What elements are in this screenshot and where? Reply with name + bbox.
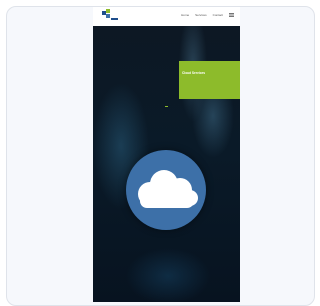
- hero-section: Cloud Services: [93, 26, 240, 302]
- nav-link-contact[interactable]: Contact: [213, 13, 223, 17]
- site-header: Home Services Contact: [93, 7, 240, 26]
- site-nav: Home Services Contact: [181, 13, 234, 17]
- accent-mark: [165, 106, 168, 107]
- hero-banner: Cloud Services: [179, 61, 240, 99]
- company-logo[interactable]: [101, 9, 119, 23]
- hamburger-icon[interactable]: [229, 13, 234, 17]
- mobile-site-preview: Home Services Contact Cloud Services: [93, 7, 240, 302]
- nav-link-services[interactable]: Services: [195, 13, 207, 17]
- cloud-badge: [126, 150, 206, 230]
- banner-title: Cloud Services: [182, 71, 206, 75]
- cloud-icon: [138, 170, 198, 208]
- nav-link-home[interactable]: Home: [181, 13, 189, 17]
